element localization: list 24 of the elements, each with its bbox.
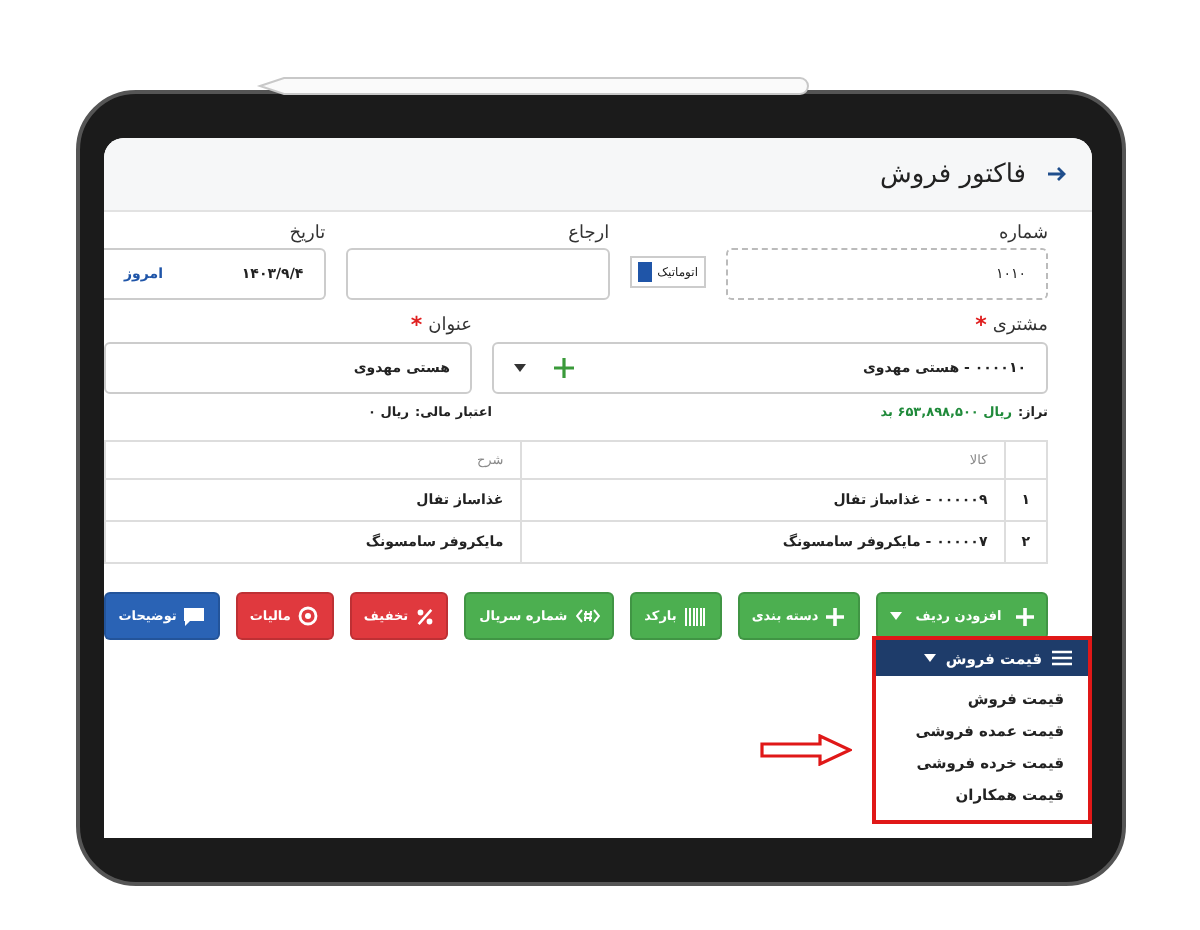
- field-label: عنوان: [428, 315, 472, 335]
- plus-icon: [826, 607, 845, 625]
- required-mark: *: [410, 312, 423, 338]
- tag-icon: [575, 608, 600, 624]
- page-title: فاکتور فروش: [880, 159, 1026, 189]
- field-label: ارجاع: [566, 224, 610, 244]
- field-label: شماره: [996, 224, 1048, 244]
- callout-arrow: [760, 734, 852, 766]
- barcode-icon: [684, 607, 707, 625]
- field-label: مشتری: [992, 315, 1048, 335]
- required-mark: *: [975, 312, 987, 338]
- field-label: تاریخ: [287, 224, 326, 244]
- coin-icon: [298, 606, 319, 626]
- percent-icon: [416, 607, 435, 625]
- table-header-cell: [1004, 441, 1047, 479]
- arrow-icon[interactable]: [1046, 166, 1066, 182]
- caret-icon: [923, 654, 936, 662]
- reference-field[interactable]: [345, 248, 610, 300]
- plus-icon: [1015, 607, 1034, 625]
- menu-icon: [1052, 650, 1072, 666]
- caret-icon[interactable]: [514, 364, 526, 372]
- plus-icon[interactable]: [554, 358, 574, 378]
- comment-icon: [184, 607, 205, 625]
- caret-icon: [889, 612, 902, 620]
